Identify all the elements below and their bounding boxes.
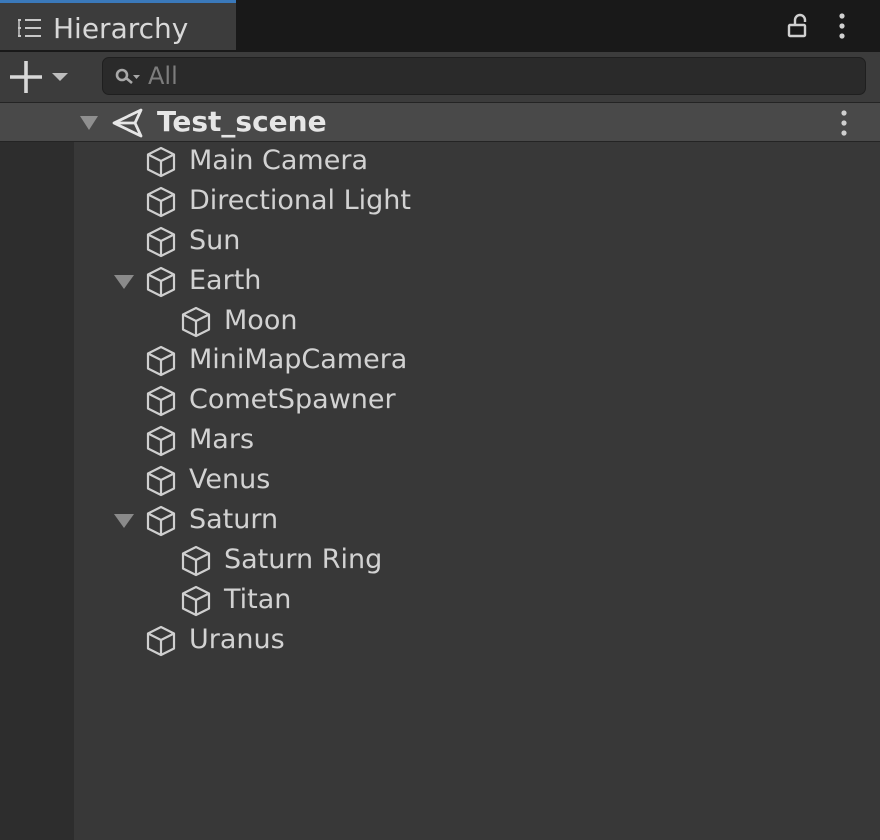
gameobject-cube-icon [179,584,213,618]
add-object-dropdown-button[interactable] [6,58,76,96]
gameobject-cube-icon [144,384,178,418]
gameobject-cube-icon [144,145,178,179]
search-icon[interactable] [113,66,141,88]
gameobject-cube-icon [179,544,213,578]
tree-item[interactable]: Saturn [74,501,880,541]
tree-item[interactable]: Saturn Ring [74,541,880,581]
tab-label: Hierarchy [53,12,189,45]
tree-item-label: Saturn [189,504,279,536]
tree-item[interactable]: MiniMapCamera [74,341,880,381]
tree-item-label: Mars [189,424,255,456]
triangle-down-icon[interactable] [114,513,134,529]
triangle-down-icon[interactable] [80,115,98,131]
gameobject-cube-icon [144,504,178,538]
gameobject-cube-icon [144,265,178,299]
tree-item[interactable]: Sun [74,222,880,262]
tree-item-label: Sun [189,224,241,256]
tab-hierarchy[interactable]: Hierarchy [0,0,236,50]
tree-item-label: Moon [224,304,298,336]
tree-item[interactable]: Mars [74,421,880,461]
gameobject-cube-icon [144,344,178,378]
tree-item[interactable]: Main Camera [74,142,880,182]
tree-item[interactable]: Moon [74,302,880,342]
kebab-menu-icon[interactable] [836,109,852,137]
tree-item[interactable]: CometSpawner [74,381,880,421]
tree-item-label: Titan [224,583,292,615]
search-box [102,57,866,95]
tree-item[interactable]: Earth [74,262,880,302]
scene-header-row[interactable]: Test_scene [0,102,880,142]
search-input[interactable] [148,61,848,91]
hierarchy-toolbar [0,52,880,102]
gameobject-cube-icon [144,464,178,498]
tree-item-label: CometSpawner [189,384,396,416]
gameobject-cube-icon [144,225,178,259]
unity-scene-icon [112,108,143,138]
gameobject-cube-icon [144,624,178,658]
tree-item-label: Main Camera [189,145,368,176]
triangle-down-icon[interactable] [114,274,134,290]
hierarchy-list-icon [18,19,41,37]
tab-bar: Hierarchy [0,0,880,52]
tree-item-label: Earth [189,264,262,296]
tree-item[interactable]: Venus [74,461,880,501]
tree-item-label: Saturn Ring [224,543,383,575]
kebab-menu-icon[interactable] [834,12,850,40]
hierarchy-gutter [0,102,74,840]
tree-item-label: Uranus [189,623,285,655]
tree-item-label: Directional Light [189,184,411,216]
tree-item-label: MiniMapCamera [189,344,408,376]
scene-name: Test_scene [157,105,327,138]
gameobject-cube-icon [144,424,178,458]
lock-icon[interactable] [786,12,812,40]
tree-item[interactable]: Directional Light [74,182,880,222]
hierarchy-tree: Main Camera Directional Light Sun Earth Moon… [74,142,880,661]
tree-item-label: Venus [189,464,271,496]
tree-item[interactable]: Uranus [74,621,880,661]
tree-item[interactable]: Titan [74,581,880,621]
gameobject-cube-icon [179,305,213,339]
gameobject-cube-icon [144,185,178,219]
